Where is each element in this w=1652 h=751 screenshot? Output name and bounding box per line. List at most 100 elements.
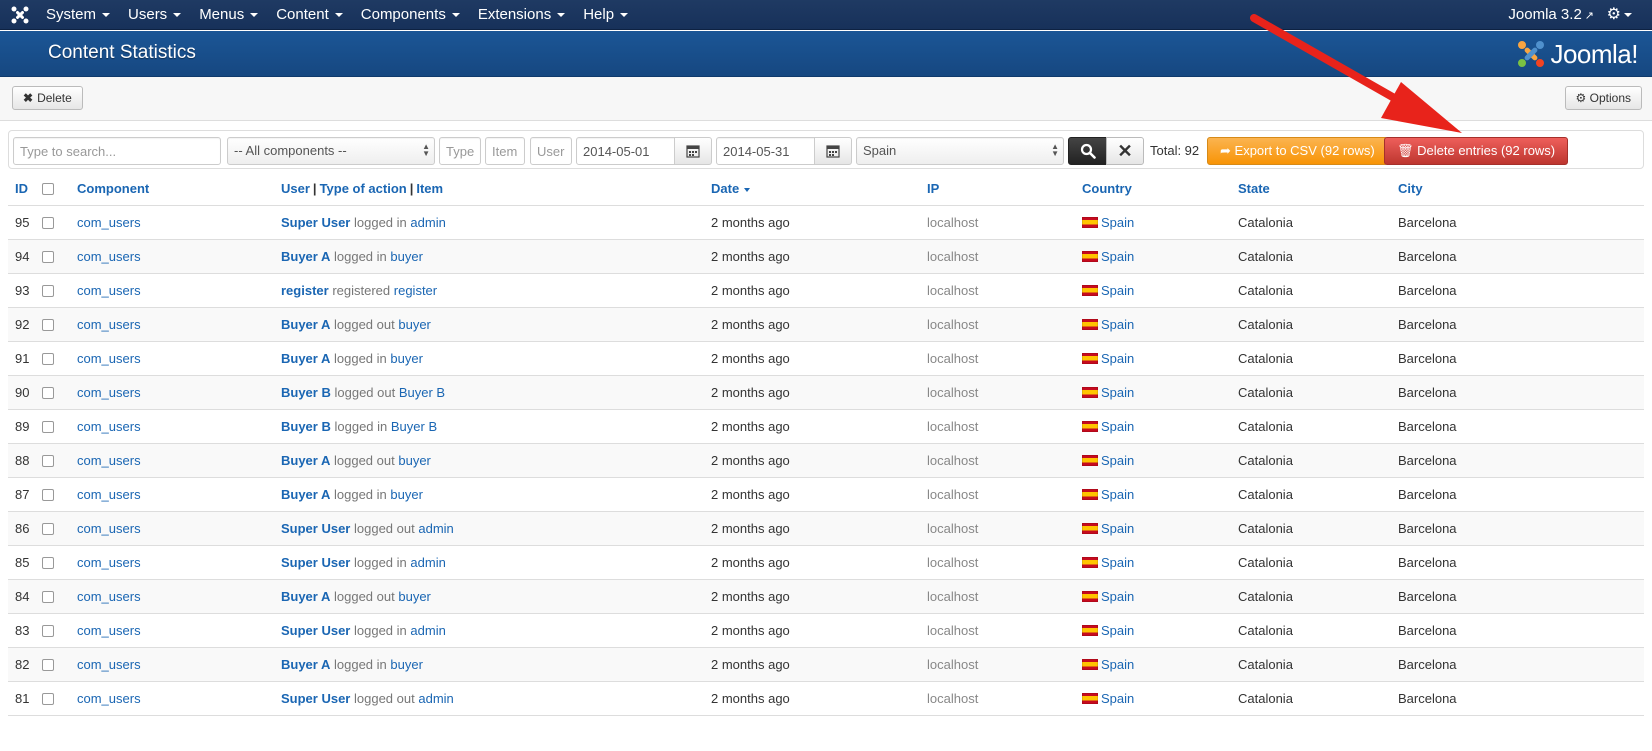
row-component-link[interactable]: com_users: [77, 206, 141, 240]
export-csv-button[interactable]: ➦ Export to CSV (92 rows): [1207, 137, 1388, 165]
row-user-link[interactable]: Buyer A: [281, 453, 330, 468]
col-component[interactable]: Component: [77, 172, 149, 206]
col-country[interactable]: Country: [1082, 172, 1132, 206]
row-item-link[interactable]: admin: [418, 691, 453, 706]
row-checkbox[interactable]: [42, 625, 54, 637]
row-item-link[interactable]: Buyer B: [391, 419, 437, 434]
row-country-link[interactable]: Spain: [1101, 249, 1134, 264]
row-item-link[interactable]: buyer: [390, 351, 423, 366]
row-country-link[interactable]: Spain: [1101, 555, 1134, 570]
user-input[interactable]: [530, 137, 572, 165]
menu-content[interactable]: Content: [267, 0, 352, 30]
delete-entries-button[interactable]: 🗑︎ Delete entries (92 rows): [1384, 137, 1569, 165]
row-item-link[interactable]: admin: [410, 623, 445, 638]
menu-extensions[interactable]: Extensions: [469, 0, 574, 30]
delete-button[interactable]: ✖ Delete: [12, 86, 83, 110]
row-component-link[interactable]: com_users: [77, 614, 141, 648]
row-country-link[interactable]: Spain: [1101, 283, 1134, 298]
row-item-link[interactable]: buyer: [398, 589, 431, 604]
row-country-link[interactable]: Spain: [1101, 317, 1134, 332]
row-item-link[interactable]: admin: [418, 521, 453, 536]
row-checkbox[interactable]: [42, 285, 54, 297]
menu-system[interactable]: System: [37, 0, 119, 30]
row-item-link[interactable]: buyer: [398, 317, 431, 332]
row-user-link[interactable]: Buyer A: [281, 249, 330, 264]
row-item-link[interactable]: buyer: [390, 657, 423, 672]
row-component-link[interactable]: com_users: [77, 444, 141, 478]
col-date[interactable]: Date: [711, 172, 751, 206]
row-user-link[interactable]: Super User: [281, 691, 350, 706]
row-user-link[interactable]: Super User: [281, 215, 350, 230]
row-checkbox[interactable]: [42, 489, 54, 501]
row-component-link[interactable]: com_users: [77, 308, 141, 342]
site-link[interactable]: Joomla 3.2 ↗: [1508, 0, 1594, 31]
row-country-link[interactable]: Spain: [1101, 351, 1134, 366]
row-user-link[interactable]: Buyer B: [281, 385, 331, 400]
menu-menus[interactable]: Menus: [190, 0, 267, 30]
select-all-checkbox[interactable]: [42, 183, 54, 195]
row-country-link[interactable]: Spain: [1101, 215, 1134, 230]
row-country-link[interactable]: Spain: [1101, 419, 1134, 434]
calendar-from-button[interactable]: [674, 137, 712, 165]
row-checkbox[interactable]: [42, 421, 54, 433]
row-component-link[interactable]: com_users: [77, 682, 141, 716]
row-user-link[interactable]: Super User: [281, 521, 350, 536]
row-checkbox[interactable]: [42, 319, 54, 331]
row-component-link[interactable]: com_users: [77, 546, 141, 580]
row-user-link[interactable]: Super User: [281, 555, 350, 570]
col-city[interactable]: City: [1398, 172, 1423, 206]
search-input[interactable]: [13, 137, 221, 165]
row-country-link[interactable]: Spain: [1101, 623, 1134, 638]
col-state[interactable]: State: [1238, 172, 1270, 206]
item-input[interactable]: [485, 137, 525, 165]
row-country-link[interactable]: Spain: [1101, 385, 1134, 400]
options-button[interactable]: ⚙ Options: [1564, 86, 1642, 110]
row-user-link[interactable]: Buyer A: [281, 317, 330, 332]
country-select[interactable]: Spain ▲ ▼: [856, 137, 1064, 165]
row-user-link[interactable]: Buyer A: [281, 351, 330, 366]
row-component-link[interactable]: com_users: [77, 512, 141, 546]
row-item-link[interactable]: admin: [410, 555, 445, 570]
row-component-link[interactable]: com_users: [77, 410, 141, 444]
date-from-input[interactable]: [576, 137, 676, 165]
menu-users[interactable]: Users: [119, 0, 190, 30]
row-country-link[interactable]: Spain: [1101, 521, 1134, 536]
col-id[interactable]: ID: [15, 172, 28, 206]
row-checkbox[interactable]: [42, 693, 54, 705]
row-item-link[interactable]: admin: [410, 215, 445, 230]
row-user-link[interactable]: register: [281, 283, 329, 298]
joomla-logo-icon[interactable]: [10, 5, 30, 25]
row-component-link[interactable]: com_users: [77, 648, 141, 682]
col-type[interactable]: Type of action: [320, 181, 407, 196]
row-checkbox[interactable]: [42, 591, 54, 603]
row-checkbox[interactable]: [42, 659, 54, 671]
row-checkbox[interactable]: [42, 353, 54, 365]
user-menu[interactable]: ⚙: [1607, 0, 1632, 30]
row-item-link[interactable]: register: [394, 283, 437, 298]
component-select[interactable]: -- All components -- ▲ ▼: [227, 137, 435, 165]
row-user-link[interactable]: Buyer A: [281, 487, 330, 502]
row-checkbox[interactable]: [42, 217, 54, 229]
row-user-link[interactable]: Buyer A: [281, 589, 330, 604]
row-checkbox[interactable]: [42, 387, 54, 399]
row-checkbox[interactable]: [42, 523, 54, 535]
row-item-link[interactable]: buyer: [398, 453, 431, 468]
date-to-input[interactable]: [716, 137, 816, 165]
row-country-link[interactable]: Spain: [1101, 691, 1134, 706]
row-component-link[interactable]: com_users: [77, 274, 141, 308]
row-country-link[interactable]: Spain: [1101, 589, 1134, 604]
type-input[interactable]: [439, 137, 481, 165]
row-checkbox[interactable]: [42, 557, 54, 569]
row-item-link[interactable]: buyer: [390, 249, 423, 264]
clear-filters-button[interactable]: ✕: [1106, 137, 1144, 165]
col-user[interactable]: User: [281, 181, 310, 196]
row-user-link[interactable]: Buyer A: [281, 657, 330, 672]
row-component-link[interactable]: com_users: [77, 342, 141, 376]
row-component-link[interactable]: com_users: [77, 376, 141, 410]
col-item[interactable]: Item: [416, 181, 443, 196]
row-checkbox[interactable]: [42, 251, 54, 263]
menu-components[interactable]: Components: [352, 0, 469, 30]
row-user-link[interactable]: Buyer B: [281, 419, 331, 434]
row-user-link[interactable]: Super User: [281, 623, 350, 638]
row-country-link[interactable]: Spain: [1101, 487, 1134, 502]
